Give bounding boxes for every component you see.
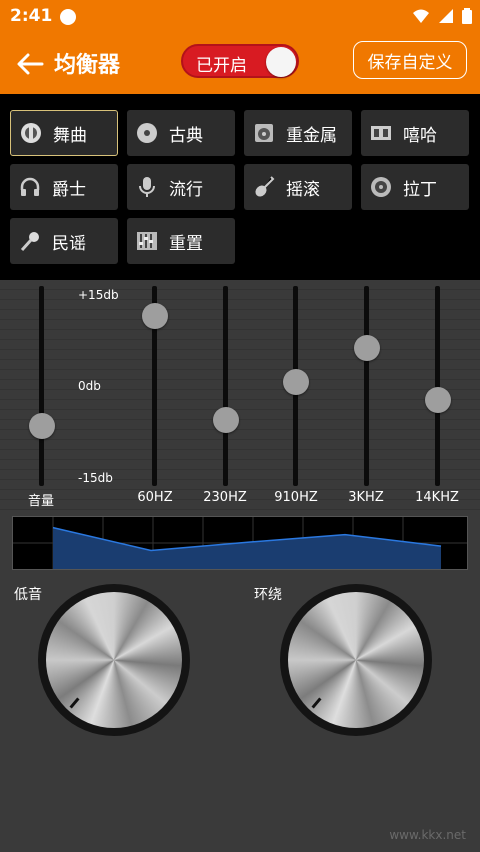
preset-rock[interactable]: 摇滚 xyxy=(244,164,352,210)
surround-knob-face xyxy=(288,592,424,728)
preset-label: 爵士 xyxy=(52,179,86,200)
preset-grid: 舞曲 古典 重金属 嘻哈 爵士 流行 摇滚 拉丁 民谣 重置 xyxy=(0,94,480,280)
watermark: www.kkx.net xyxy=(389,828,466,842)
preset-label: 嘻哈 xyxy=(403,125,437,146)
volume-label: 音量 xyxy=(27,494,54,509)
band-label: 60HZ xyxy=(137,490,173,505)
back-arrow-icon[interactable] xyxy=(14,48,46,80)
preset-hiphop[interactable]: 嘻哈 xyxy=(361,110,469,156)
film-icon xyxy=(369,121,393,145)
surround-label: 环绕 xyxy=(254,587,282,603)
headphones-icon xyxy=(18,175,42,199)
band-label: 910HZ xyxy=(274,490,318,505)
db-max-label: +15db xyxy=(78,288,119,302)
band-slider-track[interactable] xyxy=(364,286,369,486)
band-slider-thumb-3khz[interactable] xyxy=(354,335,380,361)
guitar-icon xyxy=(252,175,276,199)
battery-icon xyxy=(462,8,472,24)
volume-slider-thumb[interactable] xyxy=(29,413,55,439)
db-zero-label: 0db xyxy=(78,379,101,393)
app-toolbar: 均衡器 已开启 保存自定义 xyxy=(0,34,480,94)
bass-knob[interactable] xyxy=(38,584,190,736)
preset-reset[interactable]: 重置 xyxy=(127,218,235,264)
status-bar: 2:41 xyxy=(0,0,480,34)
eq-enable-toggle[interactable]: 已开启 xyxy=(181,44,299,78)
status-time: 2:41 xyxy=(10,6,53,26)
microphone-icon xyxy=(135,175,159,199)
notification-dot-icon xyxy=(60,9,76,25)
surround-knob[interactable] xyxy=(280,584,432,736)
page-title: 均衡器 xyxy=(54,53,121,78)
preset-metal[interactable]: 重金属 xyxy=(244,110,352,156)
preset-label: 流行 xyxy=(169,179,203,200)
eq-curve-graph xyxy=(13,517,467,569)
bass-label: 低音 xyxy=(14,587,42,603)
eq-curve-preview xyxy=(12,516,468,570)
band-slider-thumb-230hz[interactable] xyxy=(213,407,239,433)
band-label: 230HZ xyxy=(203,490,247,505)
band-slider-thumb-910hz[interactable] xyxy=(283,369,309,395)
wifi-icon xyxy=(413,9,429,23)
signal-icon xyxy=(439,9,453,23)
band-slider-thumb-14khz[interactable] xyxy=(425,387,451,413)
preset-latin[interactable]: 拉丁 xyxy=(361,164,469,210)
mixer-icon xyxy=(135,229,159,253)
preset-label: 摇滚 xyxy=(286,179,320,200)
toggle-label: 已开启 xyxy=(196,56,247,76)
preset-dance[interactable]: 舞曲 xyxy=(10,110,118,156)
bass-knob-face xyxy=(46,592,182,728)
system-icons xyxy=(412,8,472,24)
equalizer-panel: +15db 0db -15db 音量 60HZ 230HZ 910HZ 3KHZ… xyxy=(0,280,480,512)
speaker-icon xyxy=(252,121,276,145)
handheld-mic-icon xyxy=(18,229,42,253)
preset-folk[interactable]: 民谣 xyxy=(10,218,118,264)
band-slider-thumb-60hz[interactable] xyxy=(142,303,168,329)
db-min-label: -15db xyxy=(78,471,113,485)
preset-label: 重置 xyxy=(169,233,203,254)
disc-icon xyxy=(369,175,393,199)
preset-jazz[interactable]: 爵士 xyxy=(10,164,118,210)
band-slider-track[interactable] xyxy=(435,286,440,486)
preset-label: 重金属 xyxy=(286,125,337,146)
eq-curve-fill xyxy=(53,527,441,569)
band-slider-track[interactable] xyxy=(223,286,228,486)
preset-label: 民谣 xyxy=(52,233,86,254)
preset-label: 拉丁 xyxy=(403,179,437,200)
dance-icon xyxy=(19,121,43,145)
preset-label: 古典 xyxy=(169,125,203,146)
preset-classical[interactable]: 古典 xyxy=(127,110,235,156)
toggle-knob xyxy=(266,47,296,77)
band-label: 14KHZ xyxy=(415,490,459,505)
cd-icon xyxy=(135,121,159,145)
save-custom-button[interactable]: 保存自定义 xyxy=(353,41,467,79)
volume-slider-track[interactable] xyxy=(39,286,44,486)
band-label: 3KHZ xyxy=(348,490,384,505)
preset-label: 舞曲 xyxy=(53,125,87,146)
preset-pop[interactable]: 流行 xyxy=(127,164,235,210)
